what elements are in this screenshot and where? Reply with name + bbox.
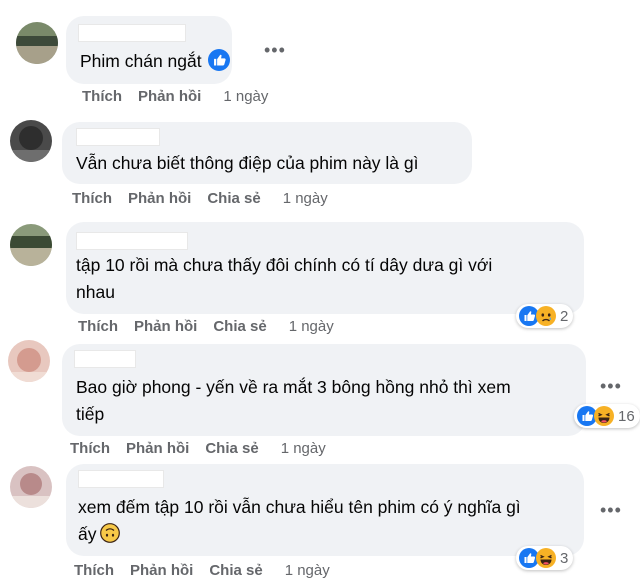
redacted-author-name[interactable] [78, 470, 164, 488]
comment-text: Phim chán ngắt [80, 48, 230, 75]
comment-bubble: tập 10 rồi mà chưa thấy đôi chính có tí … [66, 222, 584, 314]
redacted-author-name[interactable] [78, 24, 186, 42]
like-button[interactable]: Thích [82, 88, 122, 105]
comment-bubble: Phim chán ngắt [66, 16, 232, 84]
comment-text: Vẫn chưa biết thông điệp của phim này là… [76, 153, 419, 173]
like-button[interactable]: Thích [78, 318, 118, 335]
reaction-count: 3 [560, 549, 569, 567]
avatar[interactable] [10, 466, 52, 508]
share-button[interactable]: Chia sẻ [213, 318, 266, 335]
comment-actions: Thích Phản hồi Chia sẻ 1 ngày [74, 562, 330, 579]
like-button[interactable]: Thích [74, 562, 114, 579]
more-options-button[interactable]: ••• [600, 500, 622, 521]
comment-actions: Thích Phản hồi 1 ngày [82, 88, 268, 105]
avatar[interactable] [8, 340, 50, 382]
reaction-count: 2 [560, 307, 569, 325]
avatar[interactable] [10, 224, 52, 266]
reply-button[interactable]: Phản hồi [134, 318, 197, 335]
timestamp[interactable]: 1 ngày [289, 318, 334, 335]
reply-button[interactable]: Phản hồi [128, 190, 191, 207]
reaction-count: 16 [618, 407, 635, 425]
reply-button[interactable]: Phản hồi [138, 88, 201, 105]
comment-bubble: Bao giờ phong - yến về ra mắt 3 bông hồn… [62, 344, 586, 436]
sad-reaction-icon [536, 306, 556, 326]
reaction-summary[interactable]: 16 [574, 404, 640, 428]
reply-button[interactable]: Phản hồi [130, 562, 193, 579]
share-button[interactable]: Chia sẻ [205, 440, 258, 457]
upside-down-face-emoji-icon [100, 523, 120, 543]
timestamp[interactable]: 1 ngày [283, 190, 328, 207]
reply-button[interactable]: Phản hồi [126, 440, 189, 457]
comment-bubble: xem đếm tập 10 rồi vẫn chưa hiểu tên phi… [66, 464, 584, 556]
avatar[interactable] [16, 22, 58, 64]
redacted-author-name[interactable] [76, 128, 160, 146]
share-button[interactable]: Chia sẻ [207, 190, 260, 207]
redacted-author-name[interactable] [76, 232, 188, 250]
comment-text: tập 10 rồi mà chưa thấy đôi chính có tí … [76, 255, 493, 302]
like-button[interactable]: Thích [70, 440, 110, 457]
comment-bubble: Vẫn chưa biết thông điệp của phim này là… [62, 122, 472, 184]
redacted-author-name[interactable] [74, 350, 136, 368]
timestamp[interactable]: 1 ngày [223, 88, 268, 105]
reaction-summary[interactable]: 3 [516, 546, 574, 570]
more-options-button[interactable]: ••• [600, 376, 622, 397]
haha-reaction-icon [536, 548, 556, 568]
reaction-summary[interactable]: 2 [516, 304, 574, 328]
comment-text: xem đếm tập 10 rồi vẫn chưa hiểu tên phi… [78, 497, 521, 544]
comment-actions: Thích Phản hồi Chia sẻ 1 ngày [70, 440, 326, 457]
comment-text: Bao giờ phong - yến về ra mắt 3 bông hồn… [76, 377, 511, 424]
comment-actions: Thích Phản hồi Chia sẻ 1 ngày [72, 190, 328, 207]
haha-reaction-icon [594, 406, 614, 426]
share-button[interactable]: Chia sẻ [209, 562, 262, 579]
avatar[interactable] [10, 120, 52, 162]
comment-actions: Thích Phản hồi Chia sẻ 1 ngày [78, 318, 334, 335]
timestamp[interactable]: 1 ngày [281, 440, 326, 457]
like-reaction-icon [208, 49, 230, 71]
timestamp[interactable]: 1 ngày [285, 562, 330, 579]
more-options-button[interactable]: ••• [264, 40, 286, 61]
like-button[interactable]: Thích [72, 190, 112, 207]
